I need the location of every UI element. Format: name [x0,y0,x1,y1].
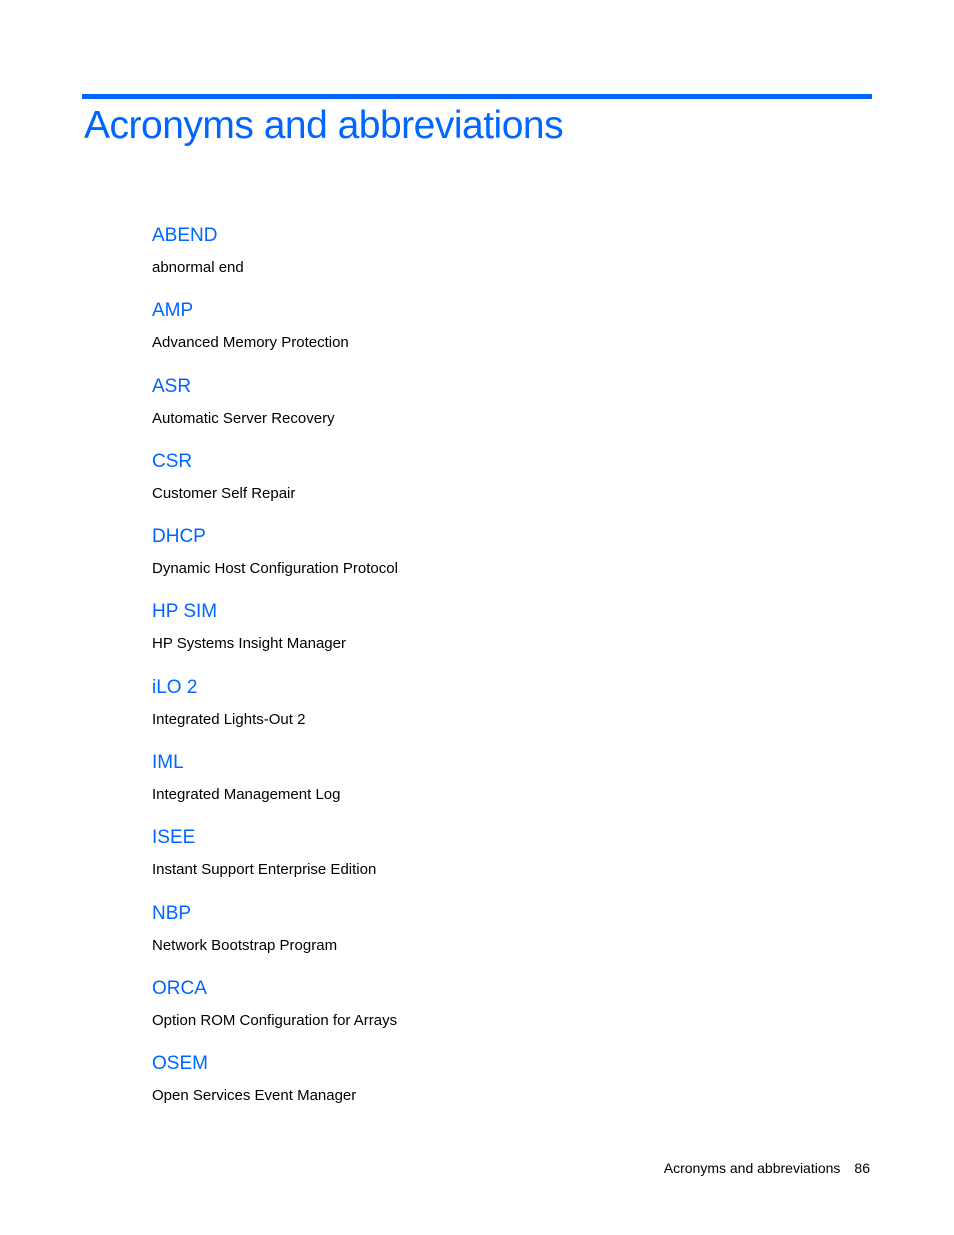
acronym-term: DHCP [152,526,206,548]
list-item: IML Integrated Management Log [152,749,802,824]
list-item: DHCP Dynamic Host Configuration Protocol [152,523,802,598]
list-item: NBP Network Bootstrap Program [152,900,802,975]
list-item: AMP Advanced Memory Protection [152,297,802,372]
acronym-term: IML [152,752,184,774]
acronym-definition: Automatic Server Recovery [152,409,335,427]
acronym-definition: Network Bootstrap Program [152,936,338,954]
acronym-term: ASR [152,375,192,397]
acronym-term: ORCA [152,977,207,999]
acronym-term: NBP [152,902,192,924]
list-item: ASR Automatic Server Recovery [152,373,802,448]
list-item: ISEE Instant Support Enterprise Edition [152,824,802,899]
page-footer: Acronyms and abbreviations 86 [664,1158,870,1178]
title-rule [82,94,872,99]
footer-section-title: Acronyms and abbreviations [663,1160,841,1176]
acronym-term: iLO 2 [152,676,198,698]
list-item: HP SIM HP Systems Insight Manager [152,598,802,673]
acronym-term: CSR [152,450,193,472]
list-item: ABEND abnormal end [152,222,802,297]
acronym-definition: Open Services Event Manager [152,1087,357,1105]
acronym-term: OSEM [152,1053,208,1075]
page-number: 86 [854,1160,870,1176]
acronym-definition: Dynamic Host Configuration Protocol [152,560,398,578]
acronym-list: ABEND abnormal end AMP Advanced Memory P… [152,222,802,1126]
acronym-definition: Customer Self Repair [152,484,296,502]
page-title: Acronyms and abbreviations [84,104,564,147]
acronym-definition: Advanced Memory Protection [152,334,349,352]
acronym-term: ABEND [152,225,218,246]
acronym-definition: abnormal end [152,259,244,276]
acronym-term: AMP [152,300,194,322]
list-item: ORCA Option ROM Configuration for Arrays [152,975,802,1050]
acronym-definition: Option ROM Configuration for Arrays [152,1011,398,1029]
acronym-definition: HP Systems Insight Manager [152,635,346,653]
acronym-definition: Integrated Management Log [152,786,341,804]
acronym-definition: Instant Support Enterprise Edition [152,861,377,879]
list-item: OSEM Open Services Event Manager [152,1050,802,1125]
acronym-definition: Integrated Lights-Out 2 [152,710,306,728]
list-item: CSR Customer Self Repair [152,448,802,523]
list-item: iLO 2 Integrated Lights-Out 2 [152,674,802,749]
acronym-term: HP SIM [152,601,218,623]
acronym-term: ISEE [152,827,196,849]
